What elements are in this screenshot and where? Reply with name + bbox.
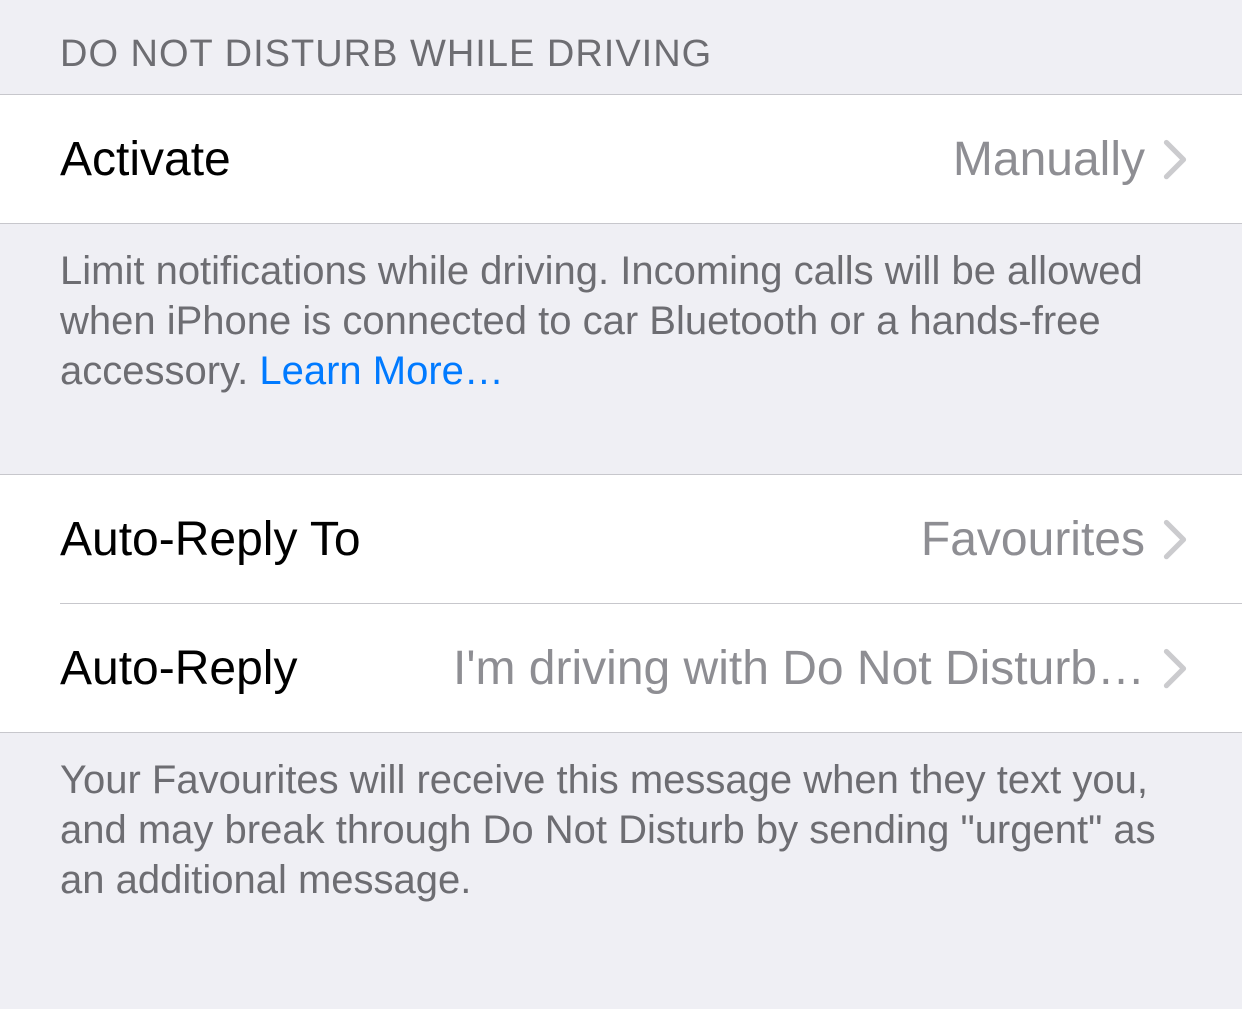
section-header-dnd-driving: Do Not Disturb While Driving [0,0,1242,94]
auto-reply-value: I'm driving with Do Not Disturb… [453,641,1145,696]
activate-footer-text: Limit notifications while driving. Incom… [60,249,1143,393]
auto-reply-label: Auto-Reply [60,641,297,696]
auto-reply-footer: Your Favourites will receive this messag… [0,733,1242,905]
learn-more-link[interactable]: Learn More… [259,349,504,393]
auto-reply-to-value: Favourites [921,512,1145,567]
chevron-right-icon [1163,648,1187,688]
section-spacer [0,396,1242,474]
auto-reply-to-row[interactable]: Auto-Reply To Favourites [0,475,1242,603]
auto-reply-row[interactable]: Auto-Reply I'm driving with Do Not Distu… [0,604,1242,732]
activate-label: Activate [60,132,231,187]
activate-group: Activate Manually [0,94,1242,224]
chevron-right-icon [1163,139,1187,179]
activate-footer: Limit notifications while driving. Incom… [0,224,1242,396]
activate-value: Manually [953,132,1145,187]
auto-reply-to-label: Auto-Reply To [60,512,361,567]
auto-reply-footer-text: Your Favourites will receive this messag… [60,758,1156,902]
activate-row[interactable]: Activate Manually [0,95,1242,223]
chevron-right-icon [1163,519,1187,559]
auto-reply-group: Auto-Reply To Favourites Auto-Reply I'm … [0,474,1242,733]
